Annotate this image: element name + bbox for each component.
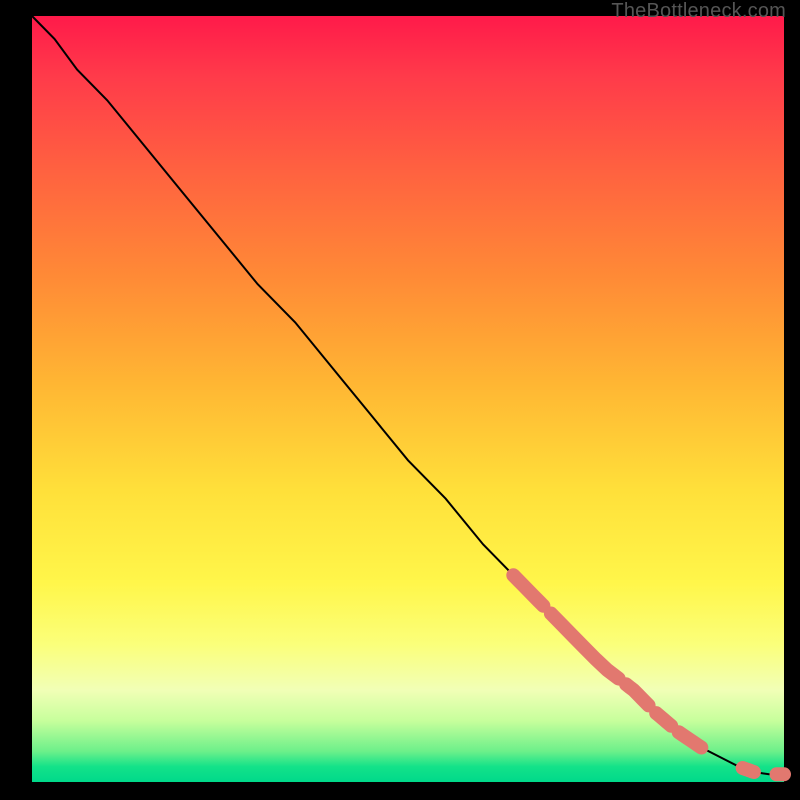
highlight-segment bbox=[679, 732, 702, 747]
watermark-text: TheBottleneck.com bbox=[611, 0, 786, 23]
plot-area bbox=[32, 16, 784, 782]
highlight-segment bbox=[743, 768, 754, 772]
highlight-segment bbox=[551, 614, 619, 679]
chart-svg bbox=[32, 16, 784, 782]
curve-line bbox=[32, 16, 784, 774]
chart-frame: TheBottleneck.com bbox=[0, 0, 800, 800]
highlight-segment bbox=[626, 684, 649, 705]
highlight-segment bbox=[656, 713, 671, 726]
highlight-segment bbox=[513, 575, 543, 606]
highlight-group bbox=[513, 575, 784, 774]
